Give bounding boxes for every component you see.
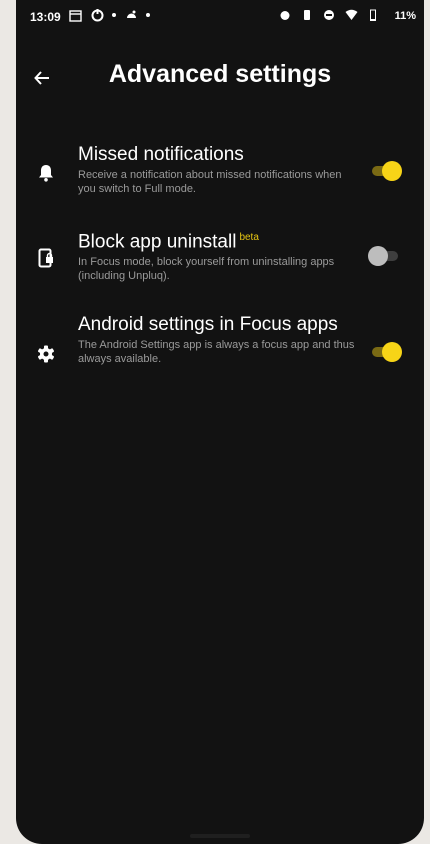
bell-icon bbox=[36, 163, 56, 183]
phone-screen: 13:09 11% Advanced settings Missed notif… bbox=[16, 0, 424, 844]
page-title: Advanced settings bbox=[108, 60, 332, 88]
setting-text: Block app uninstall beta In Focus mode, b… bbox=[78, 226, 362, 283]
alarm-icon bbox=[278, 8, 292, 22]
android-icon bbox=[124, 8, 138, 22]
notification-dot-icon bbox=[146, 13, 150, 17]
setting-text: Missed notifications Receive a notificat… bbox=[78, 143, 362, 196]
sync-icon bbox=[90, 8, 104, 22]
status-right-icons bbox=[278, 8, 380, 22]
missed-notifications-toggle[interactable] bbox=[370, 160, 402, 182]
status-bar: 13:09 11% bbox=[16, 0, 424, 34]
status-time: 13:09 bbox=[30, 10, 61, 24]
phone-lock-icon bbox=[36, 248, 56, 268]
setting-title: Block app uninstall beta bbox=[78, 231, 259, 253]
setting-description: Receive a notification about missed noti… bbox=[78, 169, 342, 195]
setting-missed-notifications[interactable]: Missed notifications Receive a notificat… bbox=[16, 143, 424, 203]
vibrate-icon bbox=[300, 8, 314, 22]
wifi-icon bbox=[344, 8, 358, 22]
android-settings-focus-toggle[interactable] bbox=[370, 341, 402, 363]
setting-title: Android settings in Focus apps bbox=[78, 314, 338, 335]
calendar-icon bbox=[68, 8, 82, 22]
notification-dot-icon bbox=[112, 13, 116, 17]
setting-description: The Android Settings app is always a foc… bbox=[78, 339, 355, 365]
block-app-uninstall-toggle[interactable] bbox=[368, 245, 400, 267]
gesture-bar bbox=[190, 834, 250, 838]
setting-description: In Focus mode, block yourself from unins… bbox=[78, 256, 335, 283]
setting-android-settings-focus[interactable]: Android settings in Focus apps The Andro… bbox=[16, 313, 424, 397]
setting-text: Android settings in Focus apps The Andro… bbox=[78, 313, 362, 366]
beta-badge: beta bbox=[239, 232, 259, 243]
gear-icon bbox=[36, 344, 56, 364]
setting-block-app-uninstall[interactable]: Block app uninstall beta In Focus mode, b… bbox=[16, 226, 424, 288]
dnd-icon bbox=[322, 8, 336, 22]
status-left-icons bbox=[68, 8, 150, 22]
app-bar: Advanced settings bbox=[16, 52, 424, 104]
setting-title: Missed notifications bbox=[78, 144, 244, 165]
battery-icon bbox=[366, 8, 380, 22]
status-battery: 11% bbox=[394, 10, 416, 22]
